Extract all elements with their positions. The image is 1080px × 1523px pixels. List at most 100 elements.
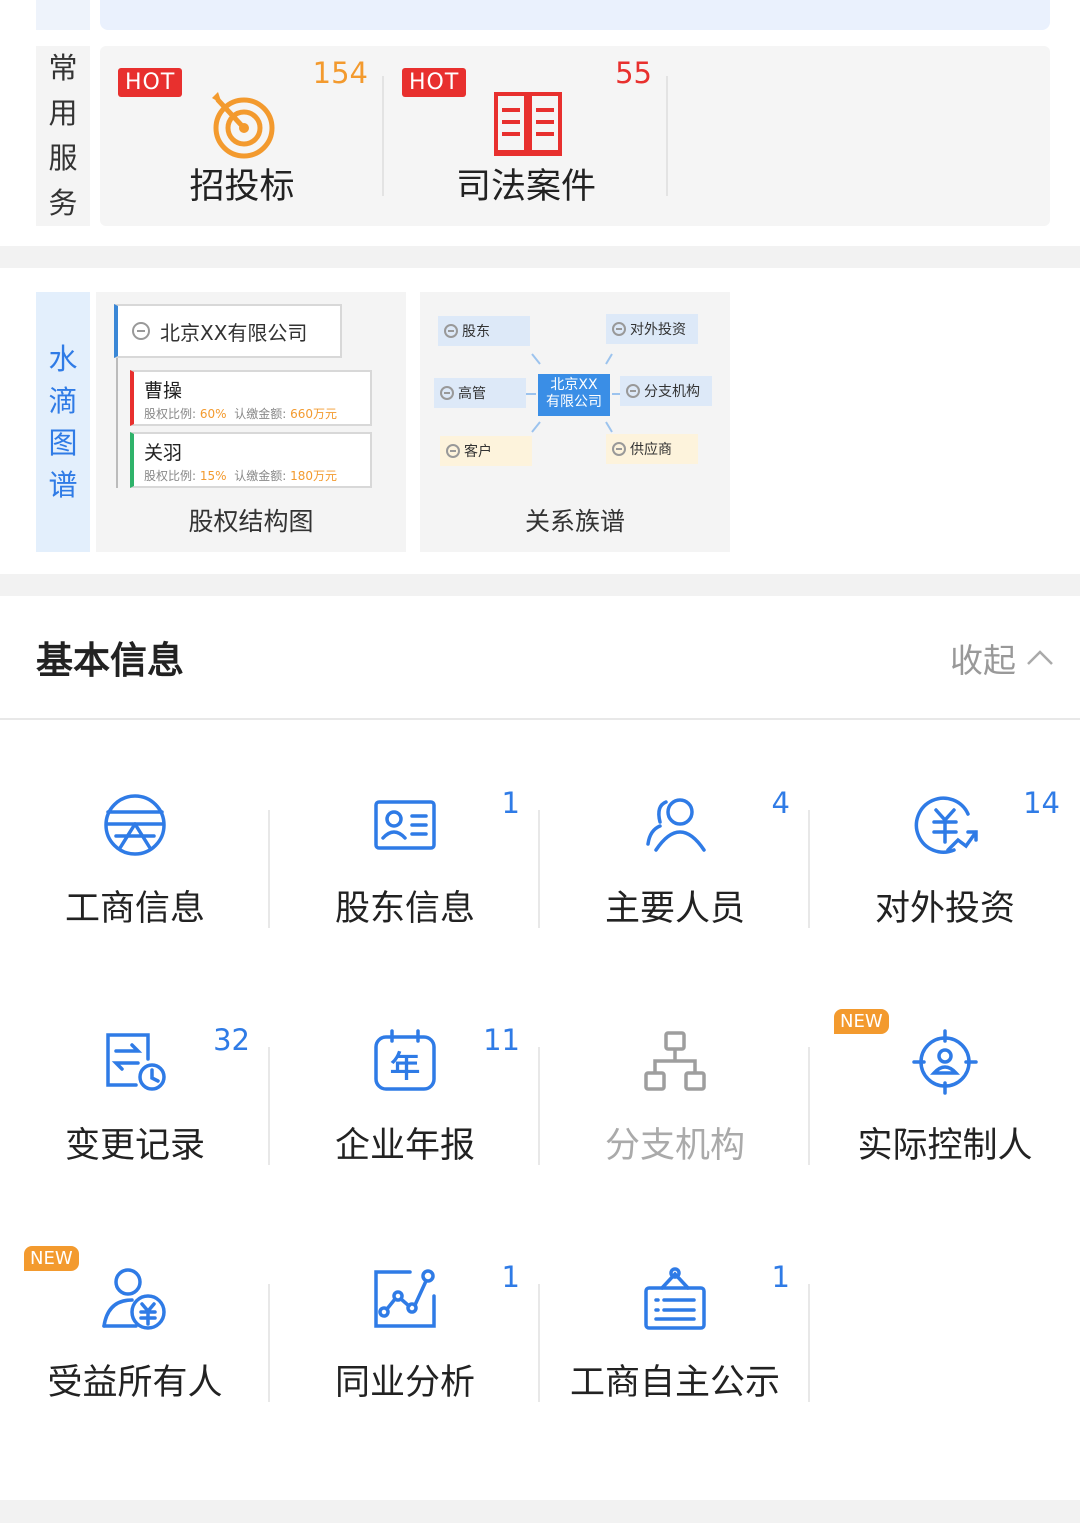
investment-icon [914,796,978,854]
relation-caption: 关系族谱 [524,507,625,536]
side-char: 用 [48,96,78,130]
side-char: 常 [48,51,78,85]
common-services-panel: HOT 154 招投标 HOT 55 司法案件 [100,46,1050,226]
common-services-label: 常 用 服 务 [36,46,90,226]
side-char: 服 [48,141,78,175]
grid-item-investments[interactable]: 14 对外投资 [810,722,1080,959]
chevron-up-icon [1027,650,1053,665]
service-bidding[interactable]: HOT 154 招投标 [100,46,384,226]
grid-item-label: 实际控制人 [857,1126,1033,1166]
grid-item-label: 工商自主公示 [569,1363,780,1403]
id-card-icon [374,800,436,850]
new-badge: NEW [834,1009,889,1034]
hot-badge: HOT [402,68,467,97]
side-char: 图 [48,426,78,460]
side-char: 滴 [48,384,78,418]
item-count: 1 [501,786,520,820]
holder-name: 关羽 [144,442,183,464]
equity-holder: 曹操 股权比例: 60% 认缴金额: 660万元 [130,370,372,426]
section-title: 基本信息 [36,639,184,682]
industry-analysis-icon [374,1269,436,1328]
side-char: 谱 [48,468,78,502]
grid-item-label: 受益所有人 [47,1363,223,1403]
item-count: 4 [771,786,790,820]
grid-item-change-records[interactable]: 32 变更记录 [0,959,270,1196]
common-services-section: 常 用 服 务 HOT 154 招投标 HOT 55 司法案件 [0,40,1080,245]
grid-item-beneficial-owner[interactable]: NEW 受益所有人 [0,1196,270,1433]
target-icon [212,92,275,159]
law-book-icon [494,92,562,156]
side-char: 务 [48,186,78,220]
grid-item-label: 股东信息 [334,889,475,929]
public-notice-icon [644,1267,706,1330]
grid-item-label: 对外投资 [874,889,1015,929]
grid-item-shareholders[interactable]: 1 股东信息 [270,722,540,959]
branch-org-icon [644,1031,706,1091]
hot-badge: HOT [118,68,183,97]
collapse-label: 收起 [950,641,1016,680]
grid-item-label: 分支机构 [604,1126,745,1166]
relation-center-node: 北京XX 有限公司 [538,374,610,416]
grid-item-actual-controller[interactable]: NEW 实际控制人 [810,959,1080,1196]
relation-node-shareholder: 股东 [438,316,530,346]
top-strip-label [36,0,90,30]
service-count: 154 [312,56,368,90]
collapse-button[interactable]: 收起 [950,634,1054,682]
top-strip-card [100,0,1050,30]
item-count: 1 [501,1260,520,1294]
section-gap [0,246,1080,268]
page: 常 用 服 务 HOT 154 招投标 HOT 55 司法案件 水 滴 图 谱 … [0,0,1080,1523]
basic-info-header: 基本信息 收起 [0,596,1080,720]
side-char: 水 [48,342,78,376]
section-gap [0,574,1080,596]
holder-name: 曹操 [144,380,183,402]
service-count: 55 [615,56,652,90]
holder-detail: 股权比例: 15% 认缴金额: 180万元 [144,469,337,483]
divider [666,76,668,196]
equity-holder: 关羽 股权比例: 15% 认缴金额: 180万元 [130,432,372,488]
grid-item-public-notice[interactable]: 1 工商自主公示 [540,1196,810,1433]
svg-text:年: 年 [390,1050,420,1085]
business-info-icon [104,794,166,856]
service-name: 招投标 [189,167,295,207]
grid-item-branches: 分支机构 [540,959,810,1196]
graph-label: 水 滴 图 谱 [36,292,90,552]
relation-node-branch: 分支机构 [620,376,712,406]
beneficiary-icon [102,1268,166,1330]
equity-root-node: 北京XX有限公司 [114,304,342,358]
holder-detail: 股权比例: 60% 认缴金额: 660万元 [144,407,337,421]
grid-item-business-info[interactable]: 工商信息 [0,722,270,959]
controller-icon [912,1029,978,1095]
grid-item-industry-analysis[interactable]: 1 同业分析 [270,1196,540,1433]
item-count: 1 [771,1260,790,1294]
graph-section: 水 滴 图 谱 北京XX有限公司 曹操 股权比例: 60% 认缴金额: 660万… [0,268,1080,574]
equity-root-name: 北京XX有限公司 [160,320,308,345]
grid-item-annual-reports[interactable]: 年 11 企业年报 [270,959,540,1196]
connector [116,358,118,488]
item-count: 32 [213,1023,250,1057]
divider [808,1284,810,1402]
item-count: 11 [483,1023,520,1057]
grid-item-label: 变更记录 [64,1126,205,1166]
grid-item-label: 同业分析 [334,1363,475,1403]
change-record-icon [106,1033,166,1091]
grid-item-label: 主要人员 [604,889,745,929]
section-gap [0,1500,1080,1523]
relation-card[interactable]: 股东 对外投资 高管 分支机构 客户 供应商 北京XX 有限公司 关系族谱 [420,292,730,552]
equity-caption: 股权结构图 [188,507,314,536]
grid-item-label: 工商信息 [64,889,205,929]
relation-node-executive: 高管 [434,378,526,408]
annual-report-icon: 年 [374,1029,436,1091]
grid-item-key-personnel[interactable]: 4 主要人员 [540,722,810,959]
grid-item-label: 企业年报 [334,1126,475,1166]
relation-node-investment: 对外投资 [606,314,698,344]
new-badge: NEW [24,1246,79,1271]
equity-structure-card[interactable]: 北京XX有限公司 曹操 股权比例: 60% 认缴金额: 660万元 关羽 股权比… [96,292,406,552]
basic-info-grid: 工商信息 1 股东信息 4 主要人员 14 对外投资 32 变更记录 年 11 … [0,722,1080,1502]
relation-node-supplier: 供应商 [606,434,698,464]
people-icon [646,798,706,852]
service-name: 司法案件 [455,167,596,207]
relation-node-customer: 客户 [440,436,532,466]
service-judicial-cases[interactable]: HOT 55 司法案件 [384,46,668,226]
top-strip [0,0,1080,40]
